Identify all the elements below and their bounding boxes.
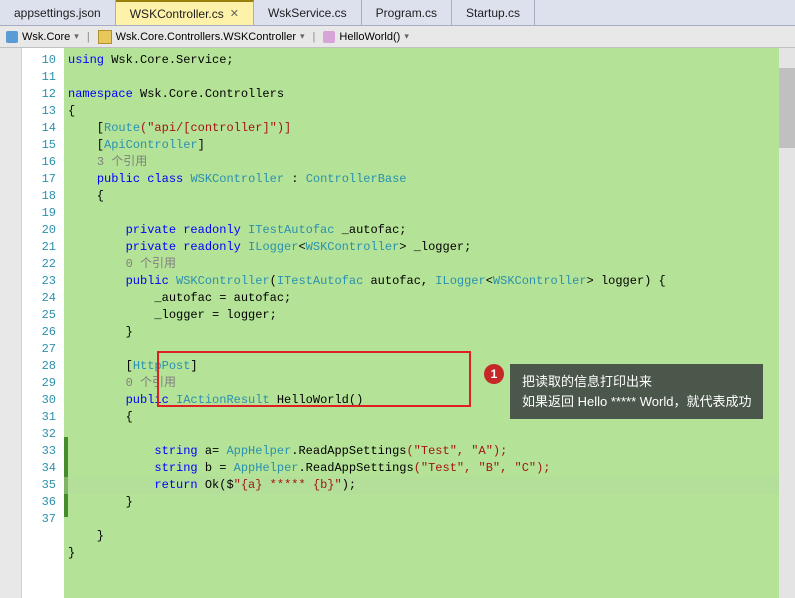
close-icon[interactable]: ✕ bbox=[230, 7, 239, 20]
scroll-thumb[interactable] bbox=[779, 68, 795, 148]
code-line: using Wsk.Core.Service; bbox=[64, 52, 795, 69]
callout-number: 1 bbox=[484, 364, 504, 384]
callout: 1 把读取的信息打印出来 如果返回 Hello ***** World，就代表成… bbox=[484, 364, 763, 419]
code-line bbox=[64, 69, 795, 86]
code-line: } bbox=[64, 494, 795, 511]
code-line: string b = AppHelper.ReadAppSettings("Te… bbox=[64, 460, 795, 477]
code-line: string a= AppHelper.ReadAppSettings("Tes… bbox=[64, 443, 795, 460]
margin-strip bbox=[0, 48, 22, 598]
callout-text: 把读取的信息打印出来 如果返回 Hello ***** World，就代表成功 bbox=[510, 364, 763, 419]
code-line bbox=[64, 205, 795, 222]
code-line: } bbox=[64, 324, 795, 341]
tab-startup[interactable]: Startup.cs bbox=[452, 0, 535, 25]
chevron-down-icon: ▾ bbox=[404, 31, 409, 42]
code-line: 0 个引用 bbox=[64, 256, 795, 273]
tab-wskcontroller[interactable]: WSKController.cs✕ bbox=[116, 0, 254, 25]
editor: 10 11 12 13 14 15 16 17 18 19 20 21 22 2… bbox=[0, 48, 795, 598]
method-icon bbox=[323, 31, 335, 43]
code-line bbox=[64, 562, 795, 579]
vertical-scrollbar[interactable] bbox=[779, 48, 795, 598]
code-line bbox=[64, 511, 795, 528]
class-icon bbox=[98, 30, 112, 44]
tab-appsettings[interactable]: appsettings.json bbox=[0, 0, 116, 25]
breadcrumb: Wsk.Core▾ | Wsk.Core.Controllers.WSKCont… bbox=[0, 26, 795, 48]
breadcrumb-class[interactable]: Wsk.Core.Controllers.WSKController▾ bbox=[92, 30, 311, 44]
file-tab-bar: appsettings.json WSKController.cs✕ WskSe… bbox=[0, 0, 795, 26]
code-line: _logger = logger; bbox=[64, 307, 795, 324]
code-line: − public class WSKController : Controlle… bbox=[64, 171, 795, 188]
code-line: − public WSKController(ITestAutofac auto… bbox=[64, 273, 795, 290]
code-line: { bbox=[64, 188, 795, 205]
code-line: 3 个引用 bbox=[64, 154, 795, 171]
chevron-down-icon: ▾ bbox=[74, 31, 79, 42]
breadcrumb-method[interactable]: HelloWorld()▾ bbox=[317, 31, 414, 43]
code-line: [Route("api/[controller]")] bbox=[64, 120, 795, 137]
code-line bbox=[64, 426, 795, 443]
code-line: } bbox=[64, 528, 795, 545]
tab-wskservice[interactable]: WskService.cs bbox=[254, 0, 362, 25]
code-line: } bbox=[64, 545, 795, 562]
line-gutter: 10 11 12 13 14 15 16 17 18 19 20 21 22 2… bbox=[22, 48, 64, 598]
tab-program[interactable]: Program.cs bbox=[362, 0, 452, 25]
code-line: −namespace Wsk.Core.Controllers bbox=[64, 86, 795, 103]
code-line: { bbox=[64, 103, 795, 120]
code-line: private readonly ILogger<WSKController> … bbox=[64, 239, 795, 256]
code-line: [ApiController] bbox=[64, 137, 795, 154]
code-line: return Ok($"{a} ***** {b}"); bbox=[64, 477, 795, 494]
chevron-down-icon: ▾ bbox=[300, 31, 305, 42]
code-area[interactable]: using Wsk.Core.Service; −namespace Wsk.C… bbox=[64, 48, 795, 598]
breadcrumb-project[interactable]: Wsk.Core▾ bbox=[0, 31, 85, 43]
project-icon bbox=[6, 31, 18, 43]
code-line: _autofac = autofac; bbox=[64, 290, 795, 307]
code-line bbox=[64, 341, 795, 358]
code-line: private readonly ITestAutofac _autofac; bbox=[64, 222, 795, 239]
